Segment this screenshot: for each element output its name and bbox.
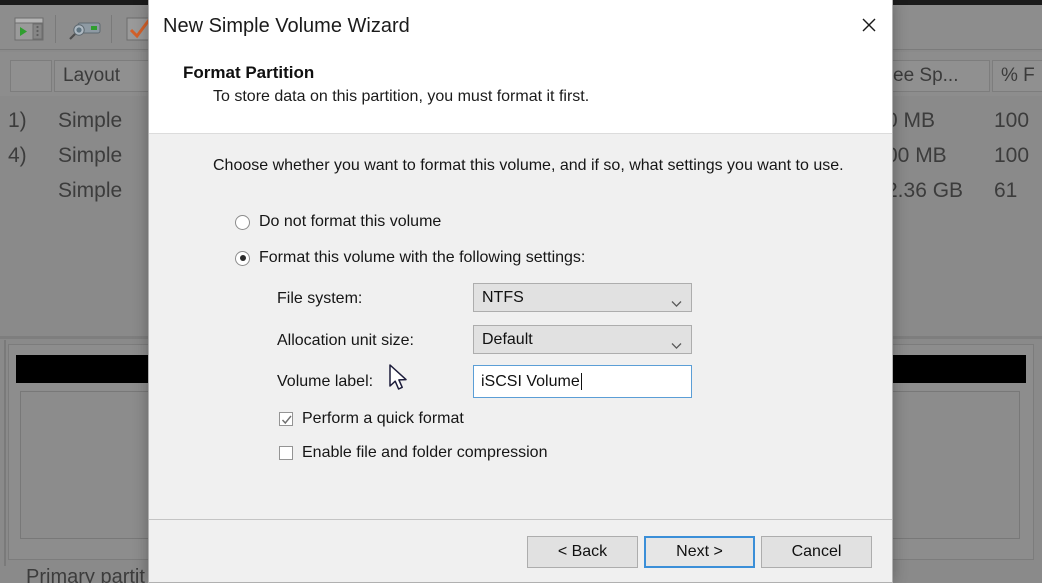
row-percent-free: 100 xyxy=(994,104,1029,138)
file-system-label: File system: xyxy=(277,290,362,308)
new-simple-volume-wizard-dialog: New Simple Volume Wizard Format Partitio… xyxy=(148,0,893,583)
back-button[interactable]: < Back xyxy=(527,536,638,568)
column-header-percent-free[interactable]: % F xyxy=(992,60,1042,92)
volume-label-label: Volume label: xyxy=(277,373,373,391)
allocation-unit-size-label: Allocation unit size: xyxy=(277,332,414,350)
volume-label-input[interactable]: iSCSI Volume xyxy=(473,365,692,398)
radio-circle-icon xyxy=(235,215,250,230)
file-system-value: NTFS xyxy=(482,289,524,307)
disk-panel-edge-left xyxy=(4,340,6,566)
legend-text: Primary partit xyxy=(26,566,145,583)
toolbar-separator-2 xyxy=(111,15,112,43)
chevron-down-icon xyxy=(671,294,682,301)
next-button[interactable]: Next > xyxy=(644,536,755,568)
radio-label: Do not format this volume xyxy=(259,213,441,231)
allocation-unit-size-select[interactable]: Default xyxy=(473,325,692,354)
row-free-space: 00 MB xyxy=(886,139,947,173)
chevron-down-icon xyxy=(671,336,682,343)
checkbox-checked-icon xyxy=(279,412,293,426)
row-percent-free: 61 xyxy=(994,174,1017,208)
checkbox-unchecked-icon xyxy=(279,446,293,460)
checkbox-enable-compression[interactable]: Enable file and folder compression xyxy=(279,444,547,462)
radio-do-not-format[interactable]: Do not format this volume xyxy=(235,213,441,231)
close-icon[interactable] xyxy=(846,0,892,50)
checkbox-label: Perform a quick format xyxy=(302,410,464,428)
column-header-blank[interactable] xyxy=(10,60,52,92)
checkbox-label: Enable file and folder compression xyxy=(302,444,547,462)
row-number: 4) xyxy=(8,139,52,173)
row-layout: Simple xyxy=(58,104,122,138)
file-system-select[interactable]: NTFS xyxy=(473,283,692,312)
dialog-footer: < Back Next > Cancel xyxy=(149,519,892,582)
disk-properties-icon[interactable] xyxy=(68,16,102,42)
intro-text: Choose whether you want to format this v… xyxy=(213,157,844,175)
row-layout: Simple xyxy=(58,139,122,173)
column-header-free-space[interactable]: ee Sp... xyxy=(884,60,990,92)
dialog-body: Choose whether you want to format this v… xyxy=(149,135,892,520)
show-action-pane-icon[interactable] xyxy=(12,16,46,42)
checkbox-perform-quick-format[interactable]: Perform a quick format xyxy=(279,410,464,428)
cancel-button[interactable]: Cancel xyxy=(761,536,872,568)
row-number: 1) xyxy=(8,104,52,138)
dialog-header: New Simple Volume Wizard Format Partitio… xyxy=(149,0,892,134)
radio-circle-selected-icon xyxy=(235,251,250,266)
radio-label: Format this volume with the following se… xyxy=(259,249,585,267)
text-caret xyxy=(581,373,582,390)
toolbar-separator xyxy=(55,15,56,43)
dialog-title: New Simple Volume Wizard xyxy=(163,15,410,38)
allocation-unit-size-value: Default xyxy=(482,331,533,349)
page-subtitle: To store data on this partition, you mus… xyxy=(213,88,589,106)
row-free-space: 0 MB xyxy=(886,104,935,138)
screen: Layout ee Sp... % F 1) Simple 0 MB 100 4… xyxy=(0,0,1042,583)
volume-label-value: iSCSI Volume xyxy=(481,373,580,391)
row-layout: Simple xyxy=(58,174,122,208)
row-free-space: 2.36 GB xyxy=(886,174,963,208)
row-percent-free: 100 xyxy=(994,139,1029,173)
radio-format-with-settings[interactable]: Format this volume with the following se… xyxy=(235,249,585,267)
page-title: Format Partition xyxy=(183,63,314,83)
